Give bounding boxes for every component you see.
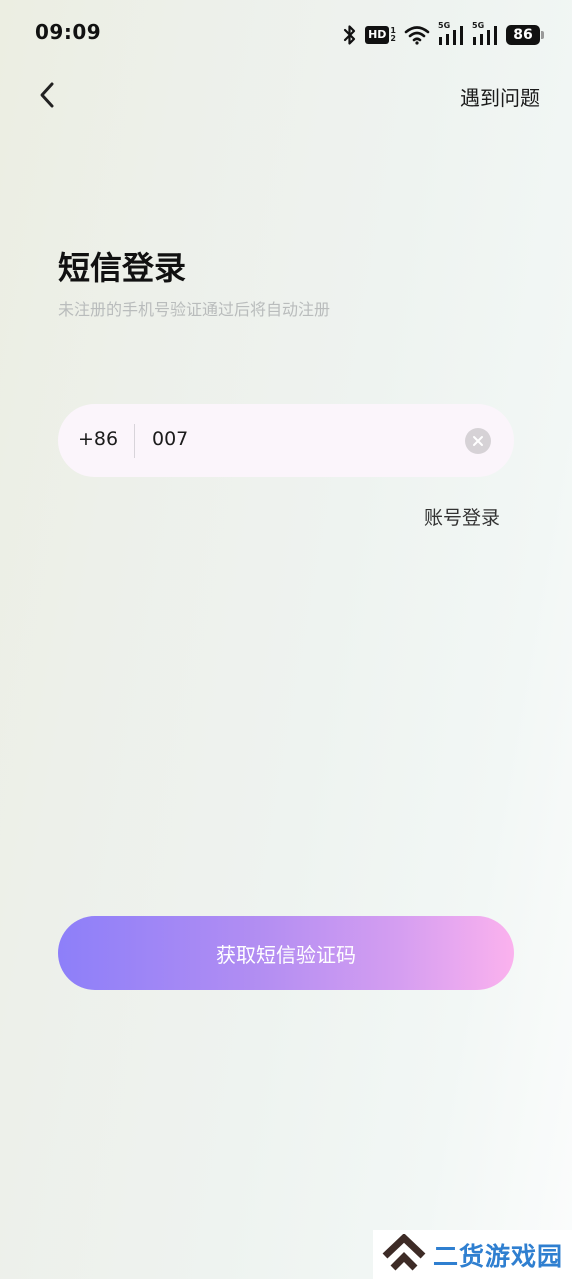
bluetooth-icon [343, 24, 357, 46]
account-login-link[interactable]: 账号登录 [424, 503, 500, 530]
hd-icon: HD 12 [365, 26, 396, 44]
cellular-signal-icon: 5G [438, 21, 464, 46]
network-type-label: 5G [472, 21, 485, 30]
status-icons: HD 12 5G 5G 86 [343, 21, 544, 48]
watermark: 二货游戏园 [373, 1230, 572, 1279]
close-icon [473, 436, 483, 446]
back-button[interactable] [30, 78, 64, 112]
help-link[interactable]: 遇到问题 [460, 82, 540, 111]
clear-button[interactable] [465, 428, 491, 454]
chevron-left-icon [40, 82, 54, 108]
field-divider [134, 424, 135, 458]
country-code-selector[interactable]: +86 [78, 428, 118, 450]
status-bar: 09:09 HD 12 5G 5G 86 [0, 0, 572, 70]
network-type-label: 5G [438, 21, 451, 30]
get-sms-code-button[interactable]: 获取短信验证码 [58, 916, 514, 990]
cellular-signal-icon: 5G [472, 21, 498, 46]
hd-label: HD [365, 26, 390, 44]
double-chevron-up-logo [381, 1232, 427, 1276]
phone-input[interactable] [152, 422, 452, 456]
battery-icon: 86 [506, 25, 544, 45]
battery-level: 86 [513, 27, 533, 43]
status-time: 09:09 [35, 20, 102, 44]
hd-sim-index: 12 [390, 26, 396, 43]
page-subtitle: 未注册的手机号验证通过后将自动注册 [58, 300, 331, 319]
page-title: 短信登录 [58, 249, 187, 287]
wifi-icon [404, 25, 430, 45]
phone-field: +86 [58, 404, 514, 477]
watermark-text: 二货游戏园 [433, 1241, 564, 1271]
